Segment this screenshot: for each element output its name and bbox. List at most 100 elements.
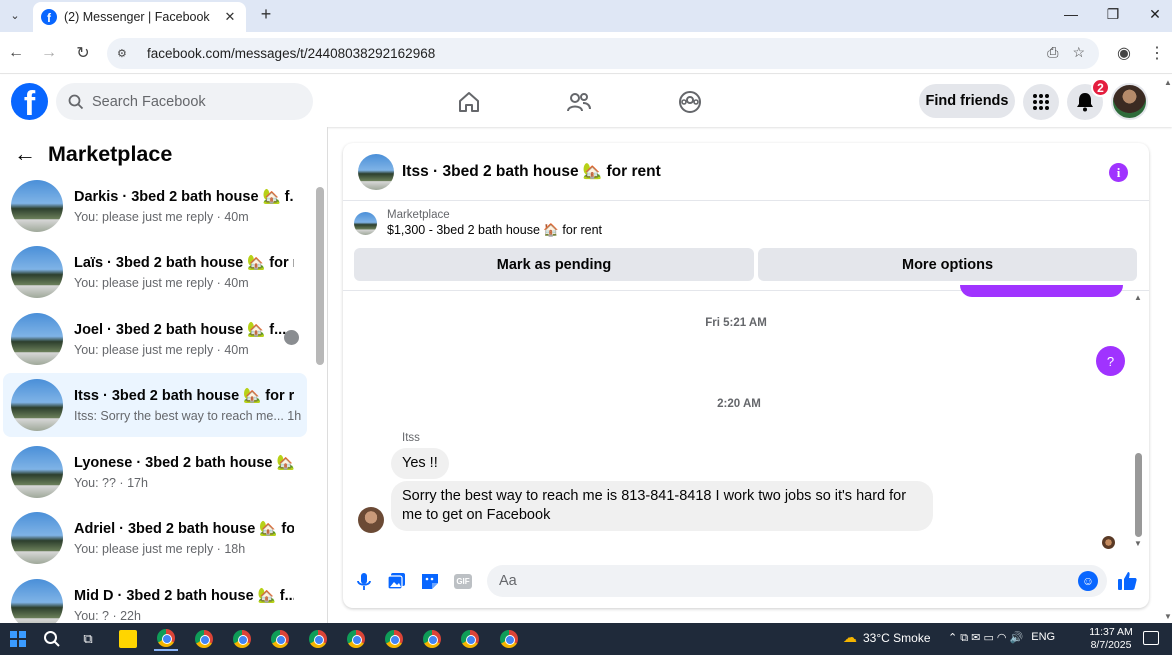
listing-thumbnail [11,579,63,623]
sidebar-scrollbar[interactable] [316,187,324,365]
listing-card[interactable]: Marketplace $1,300 - 3bed 2 bath house 🏠… [354,209,602,238]
mic-icon[interactable] [353,570,375,592]
new-tab-button[interactable]: + [256,4,276,24]
mark-pending-button[interactable]: Mark as pending [354,248,754,281]
read-receipt-avatar [1102,536,1115,549]
scroll-up-arrow-icon[interactable]: ▲ [1134,293,1142,302]
maximize-button[interactable]: ❐ [1099,4,1127,24]
more-options-button[interactable]: More options [758,248,1137,281]
sticker-icon[interactable] [419,570,441,592]
find-friends-button[interactable]: Find friends [919,84,1015,118]
listing-thumbnail [354,212,377,235]
profile-avatar[interactable] [1111,83,1148,120]
windows-start-icon[interactable] [6,627,30,651]
notification-center-icon[interactable] [1143,631,1159,645]
conversation-time: 40m [224,276,249,290]
search-icon[interactable] [40,627,64,651]
home-icon[interactable] [456,89,482,115]
info-icon[interactable]: i [1109,163,1128,182]
back-icon[interactable]: ← [5,42,27,64]
sender-avatar[interactable] [358,507,384,533]
chrome-taskbar-icon[interactable] [192,627,216,651]
chrome-taskbar-icon[interactable] [420,627,444,651]
chrome-taskbar-icon[interactable] [268,627,292,651]
browser-tab[interactable]: f (2) Messenger | Facebook ✕ [33,2,246,32]
chat-thumbnail[interactable] [358,153,394,190]
listing-thumbnail [11,180,63,232]
facebook-logo[interactable]: f [11,83,48,120]
forward-icon[interactable]: → [38,42,60,64]
search-bar[interactable]: Search Facebook [56,83,313,120]
chrome-taskbar-icon[interactable] [306,627,330,651]
sticky-notes-icon[interactable] [116,627,140,651]
photo-icon[interactable] [386,570,408,592]
marketplace-header: ← Marketplace [14,141,172,167]
search-placeholder: Search Facebook [92,93,206,110]
site-info-icon[interactable]: ⚙ [117,47,135,60]
conversation-name: Lyonese · 3bed 2 bath house 🏡 ... [74,455,294,471]
conversation-item[interactable]: Joel · 3bed 2 bath house 🏡 f... You: plea… [3,307,307,371]
friends-icon[interactable] [566,89,592,115]
gif-icon[interactable]: GIF [452,570,474,592]
profile-icon[interactable]: ◉ [1113,42,1135,64]
system-tray[interactable]: ⌃ ⧉ ✉ ▭ ◠ 🔊 ENG [948,631,1055,645]
menu-grid-button[interactable] [1023,84,1059,120]
conversation-item[interactable]: Darkis · 3bed 2 bath house 🏡 f... You: pl… [3,174,307,238]
tab-search-icon[interactable]: ⌄ [5,5,25,25]
conversation-item-active[interactable]: Itss · 3bed 2 bath house 🏡 for r... Itss:… [3,373,307,437]
bookmark-star-icon[interactable]: ☆ [1072,44,1085,61]
chat-title[interactable]: Itss · 3bed 2 bath house 🏡 for rent [402,162,661,181]
back-arrow-icon[interactable]: ← [14,141,40,167]
conversation-preview: You: please just me reply [74,276,214,290]
conversation-time: 17h [127,476,148,490]
windows-taskbar: ⧉ ☁ 33°C Smoke ⌃ ⧉ ✉ ▭ ◠ 🔊 ENG 11:37 AM … [0,623,1172,655]
conversation-preview: Itss: Sorry the best way to reach me... [74,409,284,423]
message-input[interactable]: Aa ☺ [487,565,1107,597]
conversation-name: Mid D · 3bed 2 bath house 🏡 f... [74,588,294,604]
listing-thumbnail [11,313,63,365]
close-window-button[interactable]: ✕ [1141,4,1169,24]
tab-close-icon[interactable]: ✕ [222,9,238,25]
incoming-message-bubble[interactable]: Yes !! [391,448,449,479]
listing-thumbnail [11,446,63,498]
clock[interactable]: 11:37 AM 8/7/2025 [1085,626,1137,652]
chrome-taskbar-icon[interactable] [497,627,521,651]
address-bar[interactable]: ⚙ facebook.com/messages/t/24408038292162… [107,38,1099,69]
conversation-item[interactable]: Adriel · 3bed 2 bath house 🏡 fo... You: p… [3,506,307,570]
page-scroll-down-icon[interactable]: ▼ [1164,612,1172,621]
weather-widget[interactable]: ☁ 33°C Smoke [843,629,931,646]
notification-badge: 2 [1091,78,1110,97]
outgoing-message-bubble[interactable]: ? [1096,346,1125,376]
scroll-down-arrow-icon[interactable]: ▼ [1134,539,1142,548]
task-view-icon[interactable]: ⧉ [76,627,100,651]
emoji-icon[interactable]: ☺ [1078,571,1098,591]
chrome-taskbar-icon[interactable] [344,627,368,651]
incoming-message-bubble[interactable]: Sorry the best way to reach me is 813-84… [391,481,933,531]
conversation-name: Darkis · 3bed 2 bath house 🏡 f... [74,189,294,205]
reload-icon[interactable]: ↻ [72,42,94,64]
conversation-item[interactable]: Mid D · 3bed 2 bath house 🏡 f... You: ? ·… [3,573,307,623]
search-icon [68,94,84,109]
bell-icon [1077,93,1093,112]
url-text[interactable]: facebook.com/messages/t/2440803829216296… [147,46,435,61]
chrome-taskbar-icon[interactable] [230,627,254,651]
listing-description: $1,300 - 3bed 2 bath house 🏠 for rent [387,223,603,237]
conversation-time: 22h [120,609,141,623]
conversation-item[interactable]: Laïs · 3bed 2 bath house 🏡 for r... You: … [3,240,307,304]
install-app-icon[interactable]: ⎙ [1047,44,1058,61]
chrome-taskbar-icon[interactable] [382,627,406,651]
minimize-button[interactable]: — [1057,4,1085,24]
page-scroll-up-icon[interactable]: ▲ [1164,78,1172,87]
marketplace-sidebar: ← Marketplace Darkis · 3bed 2 bath house… [0,127,328,623]
conversation-time: 18h [224,542,246,556]
chat-scrollbar[interactable] [1135,453,1142,537]
like-thumbs-up-icon[interactable] [1116,570,1138,592]
language-indicator[interactable]: ENG [1031,631,1055,645]
conversation-item[interactable]: Lyonese · 3bed 2 bath house 🏡 ... You: ??… [3,440,307,504]
chrome-taskbar-icon[interactable] [154,627,178,651]
groups-icon[interactable] [677,89,703,115]
menu-dots-icon[interactable]: ⋮ [1146,42,1168,64]
chrome-taskbar-icon[interactable] [458,627,482,651]
tray-icons[interactable]: ⌃ ⧉ ✉ ▭ ◠ 🔊 [948,631,1023,645]
clock-date: 8/7/2025 [1090,639,1132,651]
